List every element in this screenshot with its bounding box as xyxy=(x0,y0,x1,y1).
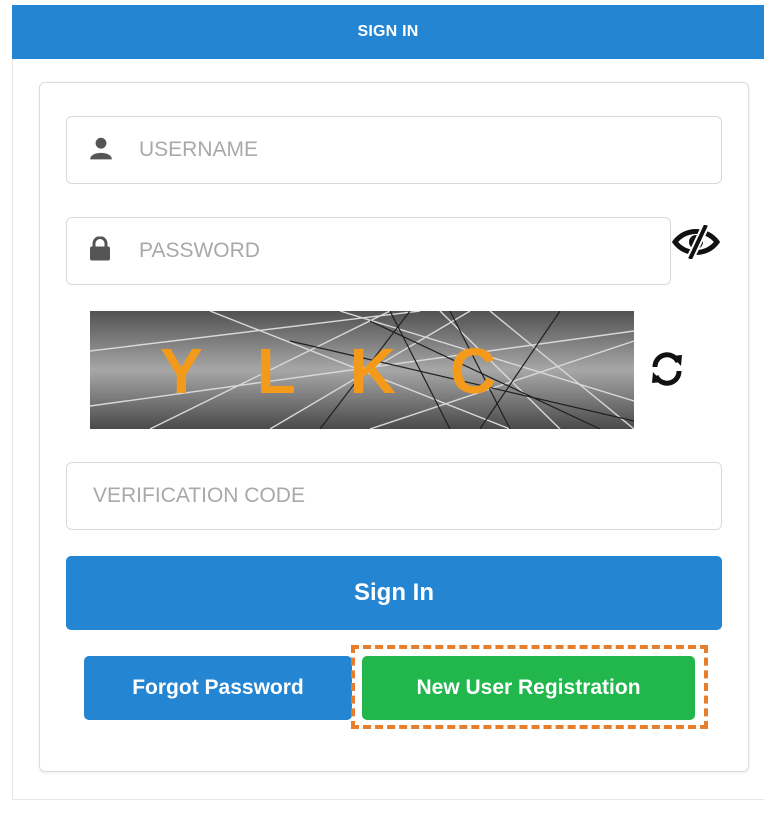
refresh-icon[interactable] xyxy=(647,349,687,394)
captcha-image: YLKC xyxy=(90,311,634,429)
sign-in-header: SIGN IN xyxy=(12,5,764,59)
new-user-registration-button[interactable]: New User Registration xyxy=(362,656,695,720)
username-input[interactable] xyxy=(137,117,711,183)
verification-code-input[interactable] xyxy=(91,463,705,529)
forgot-password-button[interactable]: Forgot Password xyxy=(84,656,352,720)
header-title: SIGN IN xyxy=(357,23,419,40)
sign-in-button[interactable]: Sign In xyxy=(66,556,722,630)
password-field[interactable] xyxy=(66,217,671,285)
username-field[interactable] xyxy=(66,116,722,184)
eye-slash-icon[interactable] xyxy=(668,223,724,264)
captcha-text: YLKC xyxy=(160,335,550,407)
user-icon xyxy=(88,135,114,166)
password-input[interactable] xyxy=(137,218,661,284)
lock-icon xyxy=(89,236,111,266)
verification-code-field[interactable] xyxy=(66,462,722,530)
